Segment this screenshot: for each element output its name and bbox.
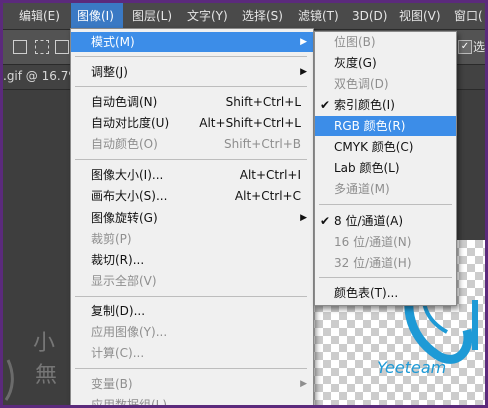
menu-item-label: Lab 颜色(L) [334,161,400,175]
checkmark-icon: ✔ [320,214,331,228]
mode-duotone[interactable]: 双色调(D) [315,74,456,94]
menu-item-label: 8 位/通道(A) [334,214,404,228]
menu-item-shortcut: Shift+Ctrl+L [225,95,301,109]
submenu-arrow-icon: ▶ [300,67,307,77]
menu-item-label: 模式(M) [91,35,135,49]
mode-rgb-color[interactable]: RGB 颜色(R) [315,116,456,136]
menu-image[interactable]: 图像(I) [71,3,123,29]
menu-type[interactable]: 文字(Y) [181,3,234,29]
menu-item-label: 裁切(R)... [91,253,145,267]
menu-item-label: 索引颜色(I) [334,98,395,112]
menu-item-label: 图像旋转(G) [91,211,158,225]
menu-item-label: 应用图像(Y)... [91,325,168,339]
selection-add-icon[interactable] [35,40,49,54]
mode-multichannel[interactable]: 多通道(M) [315,179,456,199]
mode-bitmap[interactable]: 位图(B) [315,32,456,52]
menu-item-label: 位图(B) [334,35,376,49]
checkmark-icon: ✔ [320,98,331,112]
artwork-text: Yeeteam [377,358,446,377]
mode-indexed-color[interactable]: ✔ 索引颜色(I) [315,95,456,115]
menu-item-label: 计算(C)... [91,346,145,360]
menu-item-label: 复制(D)... [91,304,146,318]
watermark-char-1: 小 [33,331,55,356]
menu-separator [75,56,307,57]
mode-lab-color[interactable]: Lab 颜色(L) [315,158,456,178]
mode-grayscale[interactable]: 灰度(G) [315,53,456,73]
menu-item-label: 画布大小(S)... [91,189,168,203]
mode-cmyk-color[interactable]: CMYK 颜色(C) [315,137,456,157]
image-menu: 模式(M) ▶ 调整(J) ▶ 自动色调(N) Shift+Ctrl+L 自动对… [70,28,314,405]
menu-item-label: 颜色表(T)... [334,286,399,300]
watermark-brush-stroke [4,359,14,401]
menu-item-label: 图像大小(I)... [91,168,164,182]
menu-item-variables[interactable]: 变量(B) ▶ [71,374,313,394]
tool-option-icon[interactable] [13,40,27,54]
menu-item-shortcut: Alt+Ctrl+C [234,189,301,203]
menu-item-label: 自动对比度(U) [91,116,170,130]
menu-item-label: 灰度(G) [334,56,377,70]
photoshop-window: 编辑(E) 图像(I) 图层(L) 文字(Y) 选择(S) 滤镜(T) 3D(D… [3,3,485,405]
menu-item-image-size[interactable]: 图像大小(I)... Alt+Ctrl+I [71,165,313,185]
menu-item-mode[interactable]: 模式(M) ▶ [71,32,313,52]
menu-select[interactable]: 选择(S) [236,3,289,29]
document-tab-label: .gif @ 16.7% [3,69,80,83]
menu-item-duplicate[interactable]: 复制(D)... [71,301,313,321]
option-checkbox[interactable]: ✓ [458,40,472,54]
menu-view[interactable]: 视图(V) [393,3,447,29]
menu-item-shortcut: Alt+Ctrl+I [239,168,301,182]
mode-submenu: 位图(B) 灰度(G) 双色调(D) ✔ 索引颜色(I) RGB 颜色(R) C… [314,31,457,306]
menu-item-shortcut: Alt+Shift+Ctrl+L [199,116,301,130]
menu-separator [319,204,452,205]
menu-window[interactable]: 窗口( [448,3,485,29]
menu-item-calculations[interactable]: 计算(C)... [71,343,313,363]
menu-separator [319,277,452,278]
selection-subtract-icon[interactable] [55,40,69,54]
watermark-char-2: 無 [35,363,57,388]
menu-item-label: 裁剪(P) [91,232,132,246]
mode-32-bits-per-channel[interactable]: 32 位/通道(H) [315,253,456,273]
menu-item-label: 应用数据组(L)... [91,398,179,405]
menu-item-auto-color[interactable]: 自动颜色(O) Shift+Ctrl+B [71,134,313,154]
menu-item-label: 调整(J) [91,65,128,79]
watermark-logo: 小 無 [4,331,57,401]
menu-item-label: 自动颜色(O) [91,137,158,151]
mode-8-bits-per-channel[interactable]: ✔ 8 位/通道(A) [315,211,456,231]
submenu-arrow-icon: ▶ [300,379,307,389]
menu-item-trim[interactable]: 裁切(R)... [71,250,313,270]
menu-item-image-rotation[interactable]: 图像旋转(G) ▶ [71,208,313,228]
menu-item-label: 双色调(D) [334,77,389,91]
menu-3d[interactable]: 3D(D) [346,3,393,29]
menu-item-label: 显示全部(V) [91,274,157,288]
menu-item-crop[interactable]: 裁剪(P) [71,229,313,249]
menu-item-auto-contrast[interactable]: 自动对比度(U) Alt+Shift+Ctrl+L [71,113,313,133]
mode-16-bits-per-channel[interactable]: 16 位/通道(N) [315,232,456,252]
menu-item-reveal-all[interactable]: 显示全部(V) [71,271,313,291]
option-checkbox-label: 选 [473,40,485,54]
menu-separator [75,159,307,160]
menu-item-apply-image[interactable]: 应用图像(Y)... [71,322,313,342]
menu-item-shortcut: Shift+Ctrl+B [224,137,301,151]
menu-layer[interactable]: 图层(L) [126,3,178,29]
menu-item-label: CMYK 颜色(C) [334,140,414,154]
submenu-arrow-icon: ▶ [300,213,307,223]
menu-separator [75,296,307,297]
menu-item-auto-tone[interactable]: 自动色调(N) Shift+Ctrl+L [71,92,313,112]
menu-edit[interactable]: 编辑(E) [13,3,66,29]
menu-item-adjustments[interactable]: 调整(J) ▶ [71,62,313,82]
menu-bar: 编辑(E) 图像(I) 图层(L) 文字(Y) 选择(S) 滤镜(T) 3D(D… [3,3,485,30]
menu-item-label: 自动色调(N) [91,95,158,109]
mode-color-table[interactable]: 颜色表(T)... [315,283,456,303]
submenu-arrow-icon: ▶ [300,37,307,47]
menu-item-label: 16 位/通道(N) [334,235,412,249]
menu-separator [75,368,307,369]
menu-separator [75,86,307,87]
menu-item-label: RGB 颜色(R) [334,119,406,133]
menu-filter[interactable]: 滤镜(T) [292,3,345,29]
menu-item-apply-data-set[interactable]: 应用数据组(L)... [71,395,313,405]
menu-item-label: 变量(B) [91,377,133,391]
menu-item-label: 多通道(M) [334,182,390,196]
menu-item-canvas-size[interactable]: 画布大小(S)... Alt+Ctrl+C [71,186,313,206]
menu-item-label: 32 位/通道(H) [334,256,412,270]
